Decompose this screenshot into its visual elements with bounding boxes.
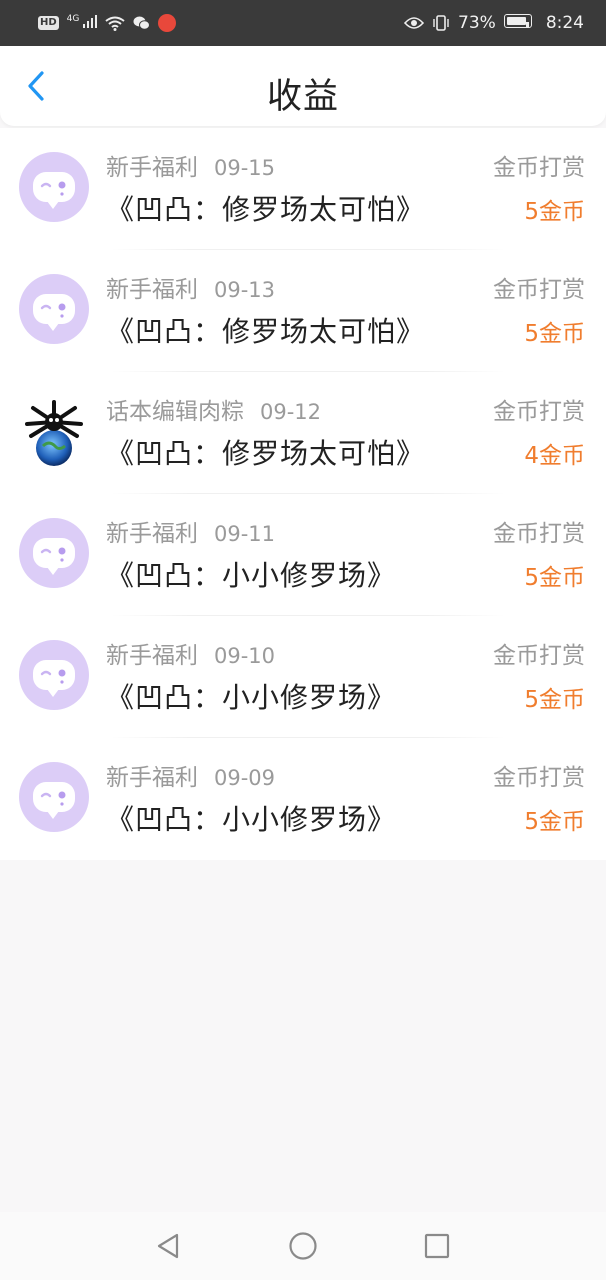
earning-row[interactable]: 话本编辑肉粽 09-12 金币打赏 《凹凸：修罗场太可怕》 4金币 (0, 372, 606, 494)
earning-row[interactable]: 新手福利 09-10 金币打赏 《凹凸：小小修罗场》 5金币 (0, 616, 606, 738)
reward-date: 09-09 (214, 766, 276, 790)
source-name: 新手福利 (106, 765, 198, 791)
book-title: 《凹凸：小小修罗场》 (106, 559, 397, 592)
reward-date: 09-12 (260, 400, 322, 424)
chat-bubble-avatar-icon (33, 538, 75, 575)
reward-amount: 5金币 (524, 687, 585, 713)
chat-bubble-avatar-icon (33, 294, 75, 331)
earning-row[interactable]: 新手福利 09-13 金币打赏 《凹凸：修罗场太可怕》 5金币 (0, 250, 606, 372)
status-bar-right: 73% 8:24 (404, 13, 584, 33)
earning-row[interactable]: 新手福利 09-11 金币打赏 《凹凸：小小修罗场》 5金币 (0, 494, 606, 616)
battery-percent: 73% (458, 13, 496, 33)
battery-icon (503, 13, 532, 33)
source-name: 新手福利 (106, 643, 198, 669)
network-type-label: 4G (66, 14, 80, 25)
reward-type: 金币打赏 (493, 399, 585, 425)
source-name: 新手福利 (106, 521, 198, 547)
clock: 8:24 (545, 13, 584, 33)
chat-bubble-avatar-icon (33, 172, 75, 209)
source-name: 新手福利 (106, 155, 198, 181)
wechat-icon (133, 16, 150, 30)
nav-recents-button[interactable] (417, 1226, 457, 1266)
vibrate-icon (433, 15, 449, 31)
reward-type: 金币打赏 (493, 765, 585, 791)
system-nav-bar (0, 1212, 606, 1280)
reward-source: 新手福利 09-11 (106, 514, 275, 548)
reward-amount: 5金币 (524, 321, 585, 347)
reward-source: 新手福利 09-10 (106, 636, 275, 670)
reward-type: 金币打赏 (493, 643, 585, 669)
avatar (19, 640, 89, 710)
reward-date: 09-15 (214, 156, 276, 180)
earnings-list: 新手福利 09-15 金币打赏 《凹凸：修罗场太可怕》 5金币 新手福利 09-13… (0, 128, 606, 860)
status-bar: HD 4G 73% 8:24 (0, 0, 606, 46)
book-title: 《凹凸：修罗场太可怕》 (106, 437, 426, 470)
reward-type: 金币打赏 (493, 521, 585, 547)
source-name: 新手福利 (106, 277, 198, 303)
reward-source: 话本编辑肉粽 09-12 (106, 392, 321, 426)
reward-source: 新手福利 09-09 (106, 758, 275, 792)
earning-row[interactable]: 新手福利 09-15 金币打赏 《凹凸：修罗场太可怕》 5金币 (0, 128, 606, 250)
avatar (19, 274, 89, 344)
reward-date: 09-10 (214, 644, 276, 668)
chat-bubble-avatar-icon (33, 660, 75, 697)
chat-bubble-avatar-icon (33, 782, 75, 819)
app-header: 收益 (0, 46, 606, 126)
page-title: 收益 (266, 77, 339, 117)
wifi-icon (105, 16, 125, 31)
status-bar-left: HD 4G (38, 13, 176, 33)
reward-source: 新手福利 09-15 (106, 148, 275, 182)
source-name: 话本编辑肉粽 (106, 399, 244, 425)
reward-amount: 5金币 (524, 199, 585, 225)
book-title: 《凹凸：小小修罗场》 (106, 803, 397, 836)
earning-row[interactable]: 新手福利 09-09 金币打赏 《凹凸：小小修罗场》 5金币 (0, 738, 606, 860)
nav-back-button[interactable] (148, 1226, 188, 1266)
reward-type: 金币打赏 (493, 155, 585, 181)
reward-source: 新手福利 09-13 (106, 270, 275, 304)
book-title: 《凹凸：修罗场太可怕》 (106, 193, 426, 226)
square-recents-icon (424, 1233, 450, 1259)
nav-home-button[interactable] (283, 1226, 323, 1266)
eye-comfort-icon (404, 17, 425, 29)
reward-type: 金币打赏 (493, 277, 585, 303)
avatar (19, 518, 89, 588)
reward-amount: 4金币 (524, 443, 585, 469)
book-title: 《凹凸：修罗场太可怕》 (106, 315, 426, 348)
avatar (19, 762, 89, 832)
hd-icon: HD (38, 16, 59, 30)
avatar (19, 152, 89, 222)
reward-date: 09-13 (214, 278, 276, 302)
reward-amount: 5金币 (524, 565, 585, 591)
avatar (19, 396, 89, 466)
user-photo-avatar-icon (25, 400, 83, 466)
reward-amount: 5金币 (524, 809, 585, 835)
reward-date: 09-11 (214, 522, 276, 546)
signal-icon: 4G (67, 13, 97, 33)
triangle-back-icon (157, 1233, 179, 1259)
book-title: 《凹凸：小小修罗场》 (106, 681, 397, 714)
circle-home-icon (289, 1232, 317, 1260)
app-notification-icon (157, 14, 176, 32)
